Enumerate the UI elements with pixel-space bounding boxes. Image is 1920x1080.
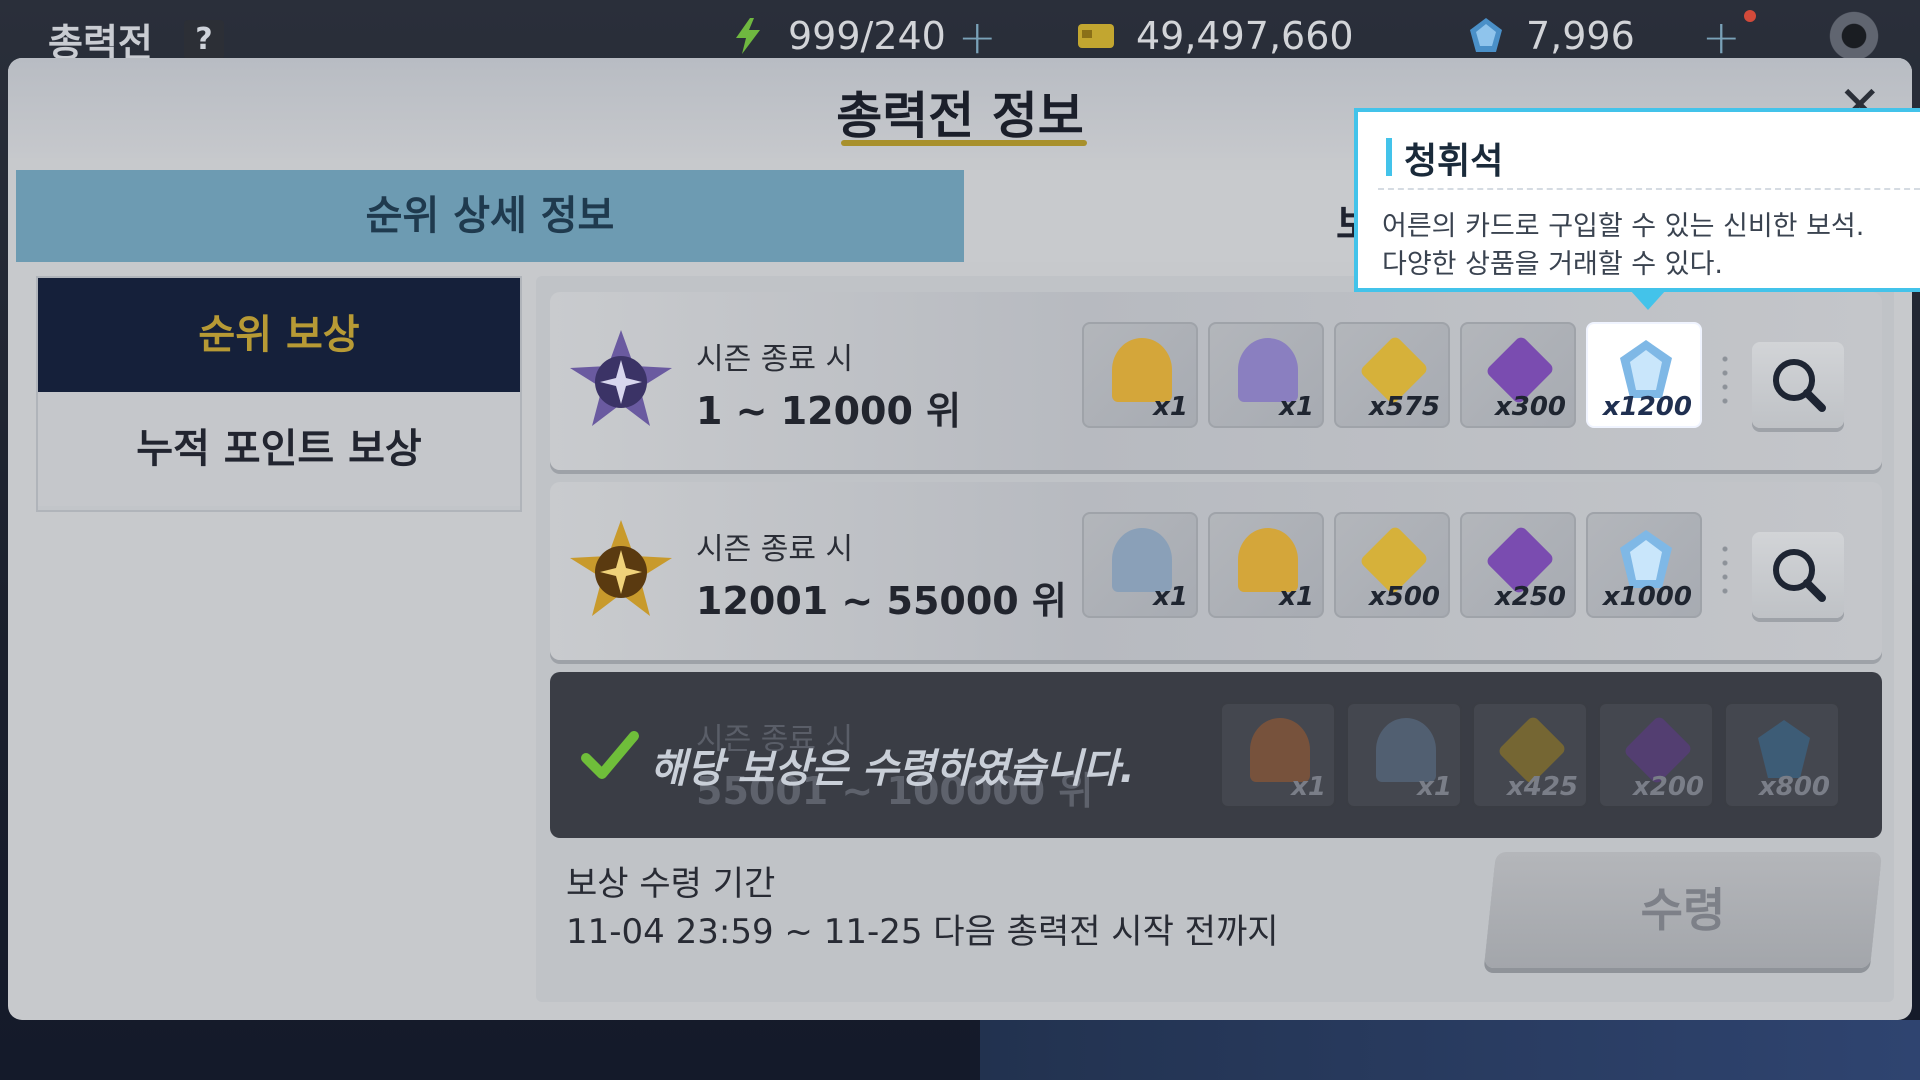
notification-dot xyxy=(1744,10,1756,22)
item-qty: x1 xyxy=(1153,392,1188,422)
item-qty: x425 xyxy=(1506,772,1578,802)
tab-rank-details[interactable]: 순위 상세 정보 xyxy=(16,170,964,262)
row-rank-range: 12001 ~ 55000 위 xyxy=(696,579,1067,623)
search-icon xyxy=(1773,549,1826,602)
claim-period-label: 보상 수령 기간 xyxy=(566,864,776,904)
credits-value: 49,497,660 xyxy=(1136,14,1354,58)
tooltip-title: 청휘석 xyxy=(1404,141,1504,182)
check-icon xyxy=(581,731,639,779)
stamina-value: 999/240 xyxy=(788,14,946,58)
reward-items: x1 x1 x425 x200 x800 xyxy=(1220,702,1840,810)
claim-period-section: 보상 수령 기간 11-04 23:59 ~ 11-25 다음 총력전 시작 전… xyxy=(550,836,1883,986)
credit-card-icon xyxy=(1078,24,1114,48)
tooltip-description-line2: 다양한 상품을 거래할 수 있다. xyxy=(1382,249,1723,280)
claimed-message: 해당 보상은 수령하였습니다. xyxy=(650,746,1135,792)
reward-item[interactable]: x1 xyxy=(1220,702,1336,808)
separator xyxy=(1722,352,1728,412)
reward-item[interactable]: x1 xyxy=(1208,512,1324,618)
reward-row-1: 시즌 종료 시 1 ~ 12000 위 x1 x1 x575 x300 x120… xyxy=(550,292,1882,470)
reward-item[interactable]: x500 xyxy=(1334,512,1450,618)
reward-item[interactable]: x250 xyxy=(1460,512,1576,618)
reward-item[interactable]: x1 xyxy=(1346,702,1462,808)
reward-row-3-claimed: 시즌 종료 시 55001 ~ 100000 위 x1 x1 x425 x200… xyxy=(550,672,1882,838)
item-qty: x800 xyxy=(1758,772,1830,802)
search-button[interactable] xyxy=(1752,342,1844,428)
claim-button-label: 수령 xyxy=(1640,883,1726,937)
item-qty: x200 xyxy=(1632,772,1704,802)
item-qty: x575 xyxy=(1368,392,1440,422)
gems-display: 7,996 xyxy=(1466,14,1635,58)
reward-items: x1 x1 x500 x250 x1000 xyxy=(1082,512,1702,620)
item-qty: x1000 xyxy=(1602,582,1692,612)
item-qty: x1 xyxy=(1417,772,1452,802)
reward-item[interactable]: x800 xyxy=(1724,702,1840,808)
tooltip-accent-bar xyxy=(1386,138,1392,176)
credits-display: 49,497,660 xyxy=(1076,14,1354,58)
item-qty: x1 xyxy=(1279,392,1314,422)
gem-icon xyxy=(1470,18,1502,52)
reward-item[interactable]: x200 xyxy=(1598,702,1714,808)
reward-item[interactable]: x575 xyxy=(1334,322,1450,428)
reward-item[interactable]: x1000 xyxy=(1586,512,1702,618)
separator xyxy=(1722,542,1728,602)
row-subtitle: 시즌 종료 시 xyxy=(696,342,854,377)
row-subtitle: 시즌 종료 시 xyxy=(696,532,854,567)
reward-items: x1 x1 x575 x300 x1200 xyxy=(1082,322,1702,430)
tooltip-arrow xyxy=(1630,290,1666,310)
reward-item[interactable]: x1 xyxy=(1082,512,1198,618)
purple-rank-emblem-icon xyxy=(570,330,672,426)
item-qty: x1 xyxy=(1279,582,1314,612)
sidebar-item-points-reward[interactable]: 누적 포인트 보상 xyxy=(38,392,520,506)
row-rank-range: 1 ~ 12000 위 xyxy=(696,389,962,433)
reward-row-2: 시즌 종료 시 12001 ~ 55000 위 x1 x1 x500 x250 … xyxy=(550,482,1882,660)
title-underline xyxy=(841,140,1087,146)
gear-icon[interactable] xyxy=(1826,8,1882,64)
search-icon xyxy=(1773,359,1826,412)
item-qty: x250 xyxy=(1494,582,1566,612)
stamina-plus-button[interactable]: + xyxy=(958,10,997,64)
reward-item[interactable]: x1 xyxy=(1208,322,1324,428)
reward-item[interactable]: x300 xyxy=(1460,322,1576,428)
item-qty: x500 xyxy=(1368,582,1440,612)
reward-sidebar: 순위 보상 누적 포인트 보상 xyxy=(36,276,522,512)
reward-item[interactable]: x425 xyxy=(1472,702,1588,808)
gems-value: 7,996 xyxy=(1526,14,1635,58)
reward-item[interactable]: x1 xyxy=(1082,322,1198,428)
item-tooltip: 청휘석 어른의 카드로 구입할 수 있는 신비한 보석. 다양한 상품을 거래할… xyxy=(1354,108,1920,292)
reward-item-selected[interactable]: x1200 xyxy=(1586,322,1702,428)
help-button[interactable]: ? xyxy=(184,20,224,60)
item-qty: x1 xyxy=(1153,582,1188,612)
reward-list: 시즌 종료 시 1 ~ 12000 위 x1 x1 x575 x300 x120… xyxy=(536,276,1894,1002)
sidebar-item-rank-reward[interactable]: 순위 보상 xyxy=(38,278,520,392)
stamina-display: 999/240 xyxy=(728,14,946,58)
gems-plus-button[interactable]: + xyxy=(1702,10,1741,64)
tooltip-description-line1: 어른의 카드로 구입할 수 있는 신비한 보석. xyxy=(1382,211,1865,242)
item-qty: x1200 xyxy=(1602,392,1692,422)
claim-period-range: 11-04 23:59 ~ 11-25 다음 총력전 시작 전까지 xyxy=(566,912,1279,952)
item-qty: x1 xyxy=(1291,772,1326,802)
tooltip-divider xyxy=(1378,188,1920,190)
search-button[interactable] xyxy=(1752,532,1844,618)
gold-rank-emblem-icon xyxy=(570,520,672,616)
claim-button[interactable]: 수령 xyxy=(1483,852,1883,968)
item-qty: x300 xyxy=(1494,392,1566,422)
lightning-icon xyxy=(736,18,760,54)
